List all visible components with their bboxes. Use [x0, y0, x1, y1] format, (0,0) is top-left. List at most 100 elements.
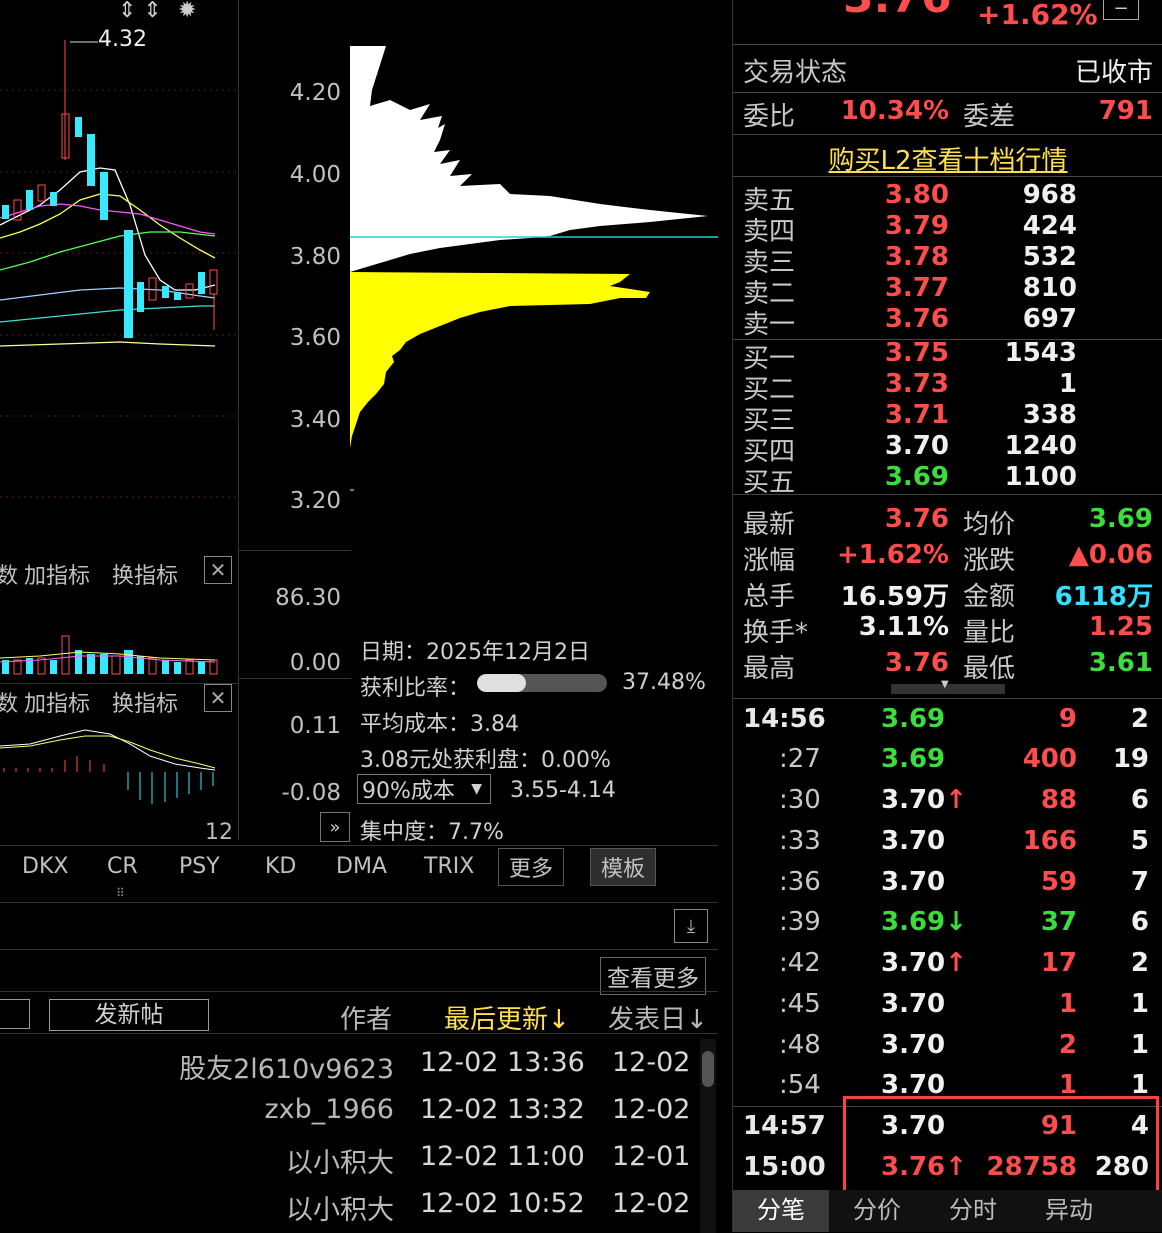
- level-volume: 338: [1022, 400, 1077, 430]
- kline-chart[interactable]: 4.32 ⇕ ⇕ ✹: [0, 0, 238, 550]
- col-author-header[interactable]: 作者: [340, 999, 392, 1036]
- bottom-tab[interactable]: 分价: [829, 1190, 925, 1232]
- high-value: 3.76: [884, 648, 949, 678]
- forum-row[interactable]: zxb_1966 12-02 13:32 12-02: [0, 1094, 700, 1134]
- level-volume: 810: [1022, 273, 1077, 303]
- chg-value: ▲0.06: [1068, 540, 1153, 570]
- swap-indicator-button-2[interactable]: 换指标: [112, 686, 178, 718]
- volume-value: 16.59万: [840, 582, 949, 612]
- amount-label: 金额: [963, 582, 1016, 612]
- collapse-icon[interactable]: −: [1103, 0, 1139, 20]
- col-updated-header[interactable]: 最后更新↓: [444, 999, 570, 1036]
- expand-panel-icon[interactable]: »: [320, 812, 350, 842]
- bottom-tab[interactable]: 分时: [925, 1190, 1021, 1232]
- amount-value: 6118万: [1054, 582, 1153, 612]
- chevron-down-icon-small: ▼: [941, 679, 949, 690]
- template-button[interactable]: 模板: [590, 848, 657, 886]
- col-posted-header[interactable]: 发表日↓: [608, 999, 708, 1036]
- scrollbar-thumb[interactable]: [702, 1051, 714, 1087]
- indicator-tabs: DKX CR PSY KD DMA TRIX 更多 模板 ⠿: [0, 845, 718, 900]
- tick-price-cell: 3.70↑: [881, 948, 967, 978]
- tab-dma[interactable]: DMA: [336, 854, 387, 879]
- chg-label: 涨跌: [963, 546, 1016, 576]
- close-indicator-icon-2[interactable]: ✕: [204, 684, 232, 712]
- macd-svg: [0, 729, 216, 804]
- tick-time: 14:56: [743, 704, 826, 734]
- post-author[interactable]: zxb_1966: [264, 1094, 394, 1125]
- l2-upgrade-link[interactable]: 购买L2查看十档行情: [733, 140, 1162, 177]
- more-tabs-button[interactable]: 更多: [498, 848, 565, 886]
- close-indicator-icon[interactable]: ✕: [204, 556, 232, 584]
- chip-distribution-chart[interactable]: [350, 0, 718, 625]
- forum-row[interactable]: 以小积大 12-02 10:52 12-02: [0, 1188, 700, 1228]
- bottom-tab[interactable]: 分笔: [733, 1190, 829, 1232]
- level-volume: 1: [1058, 369, 1077, 399]
- post-author[interactable]: 股友2l610v9623: [179, 1047, 394, 1086]
- tick-price-cell: 3.69↓: [881, 907, 967, 937]
- post-updated: 12-02 11:00: [420, 1141, 585, 1172]
- stats-expand-handle[interactable]: ▼: [891, 679, 1005, 694]
- add-indicator-button[interactable]: 加指标: [24, 558, 90, 590]
- tick-time: :30: [779, 785, 821, 815]
- adjust-arrows-icon[interactable]: ⇕ ⇕: [118, 0, 162, 23]
- profit-ratio-value: 37.48%: [622, 670, 706, 695]
- axis-tick-5: 3.40: [289, 407, 341, 433]
- tab-psy[interactable]: PSY: [179, 854, 220, 879]
- profit-ratio-label: 获利比率：: [360, 676, 471, 701]
- macd-axis-top: 0.11: [289, 713, 341, 739]
- profit-at-value: 0.00%: [541, 748, 611, 773]
- level-volume: 424: [1022, 211, 1077, 241]
- tick-count: 6: [1130, 785, 1149, 815]
- level-price: 3.70: [884, 431, 949, 461]
- low-label: 最低: [963, 654, 1016, 684]
- volume-axis-top: 86.30: [275, 585, 341, 611]
- post-author[interactable]: 以小积大: [286, 1188, 394, 1227]
- forum-scrollbar[interactable]: [700, 1039, 716, 1233]
- bottom-tab[interactable]: 异动: [1021, 1190, 1117, 1232]
- tick-count: 1: [1130, 1030, 1149, 1060]
- level-volume: 697: [1022, 304, 1077, 334]
- cost-select-dropdown[interactable]: 90%成本 ▼: [357, 774, 491, 804]
- tab-cr[interactable]: CR: [107, 854, 138, 879]
- post-updated: 12-02 13:36: [420, 1047, 585, 1078]
- tab-kd[interactable]: KD: [265, 854, 296, 879]
- tick-price-cell: 3.69: [881, 704, 945, 734]
- trade-status-value: 已收市: [1074, 58, 1153, 88]
- add-indicator-button-2[interactable]: 加指标: [24, 686, 90, 718]
- forum-row[interactable]: 股友2l610v9623 12-02 13:36 12-02: [0, 1047, 700, 1087]
- concentration-label: 集中度：: [360, 820, 449, 845]
- level-volume: 1100: [1004, 462, 1077, 492]
- tick-price: 3.70: [881, 867, 946, 897]
- avg-price-label: 均价: [963, 510, 1016, 540]
- tick-volume: 1: [1058, 989, 1077, 1019]
- vol-ratio-label: 量比: [963, 618, 1016, 648]
- save-download-icon[interactable]: ⤓: [674, 909, 708, 943]
- tick-price: 3.69: [881, 907, 946, 937]
- forum-row[interactable]: 以小积大 12-02 11:00 12-01: [0, 1141, 700, 1181]
- level-volume: 532: [1022, 242, 1077, 272]
- swap-indicator-button[interactable]: 换指标: [112, 558, 178, 590]
- high-marker-label: 4.32: [98, 27, 147, 52]
- see-more-button[interactable]: 查看更多: [600, 957, 706, 995]
- indicator-partial-label-2: 数: [0, 692, 19, 717]
- tab-dkx[interactable]: DKX: [22, 854, 68, 879]
- filter-input[interactable]: [0, 999, 30, 1029]
- axis-tick-1: 4.20: [289, 80, 341, 106]
- new-post-button[interactable]: 发新帖: [49, 999, 209, 1031]
- post-date: 12-01: [612, 1141, 691, 1172]
- resize-handle-icon[interactable]: ⠿: [116, 886, 125, 900]
- volume-axis-bottom: 0.00: [289, 650, 341, 676]
- kline-svg: [0, 40, 238, 498]
- volume-label: 总手: [743, 582, 796, 612]
- tick-price: 3.70: [881, 1030, 946, 1060]
- tab-trix[interactable]: TRIX: [424, 854, 474, 879]
- date-label: 日期：: [360, 640, 427, 665]
- level-volume: 1543: [1004, 338, 1077, 368]
- post-author[interactable]: 以小积大: [286, 1141, 394, 1180]
- cost-range-value: 3.55-4.14: [510, 778, 616, 803]
- post-updated: 12-02 10:52: [420, 1188, 585, 1219]
- tick-price-cell: 3.70: [881, 826, 945, 856]
- settings-gear-icon[interactable]: ✹: [178, 0, 196, 23]
- level-price: 3.69: [884, 462, 949, 492]
- level-label: 卖一: [743, 310, 796, 340]
